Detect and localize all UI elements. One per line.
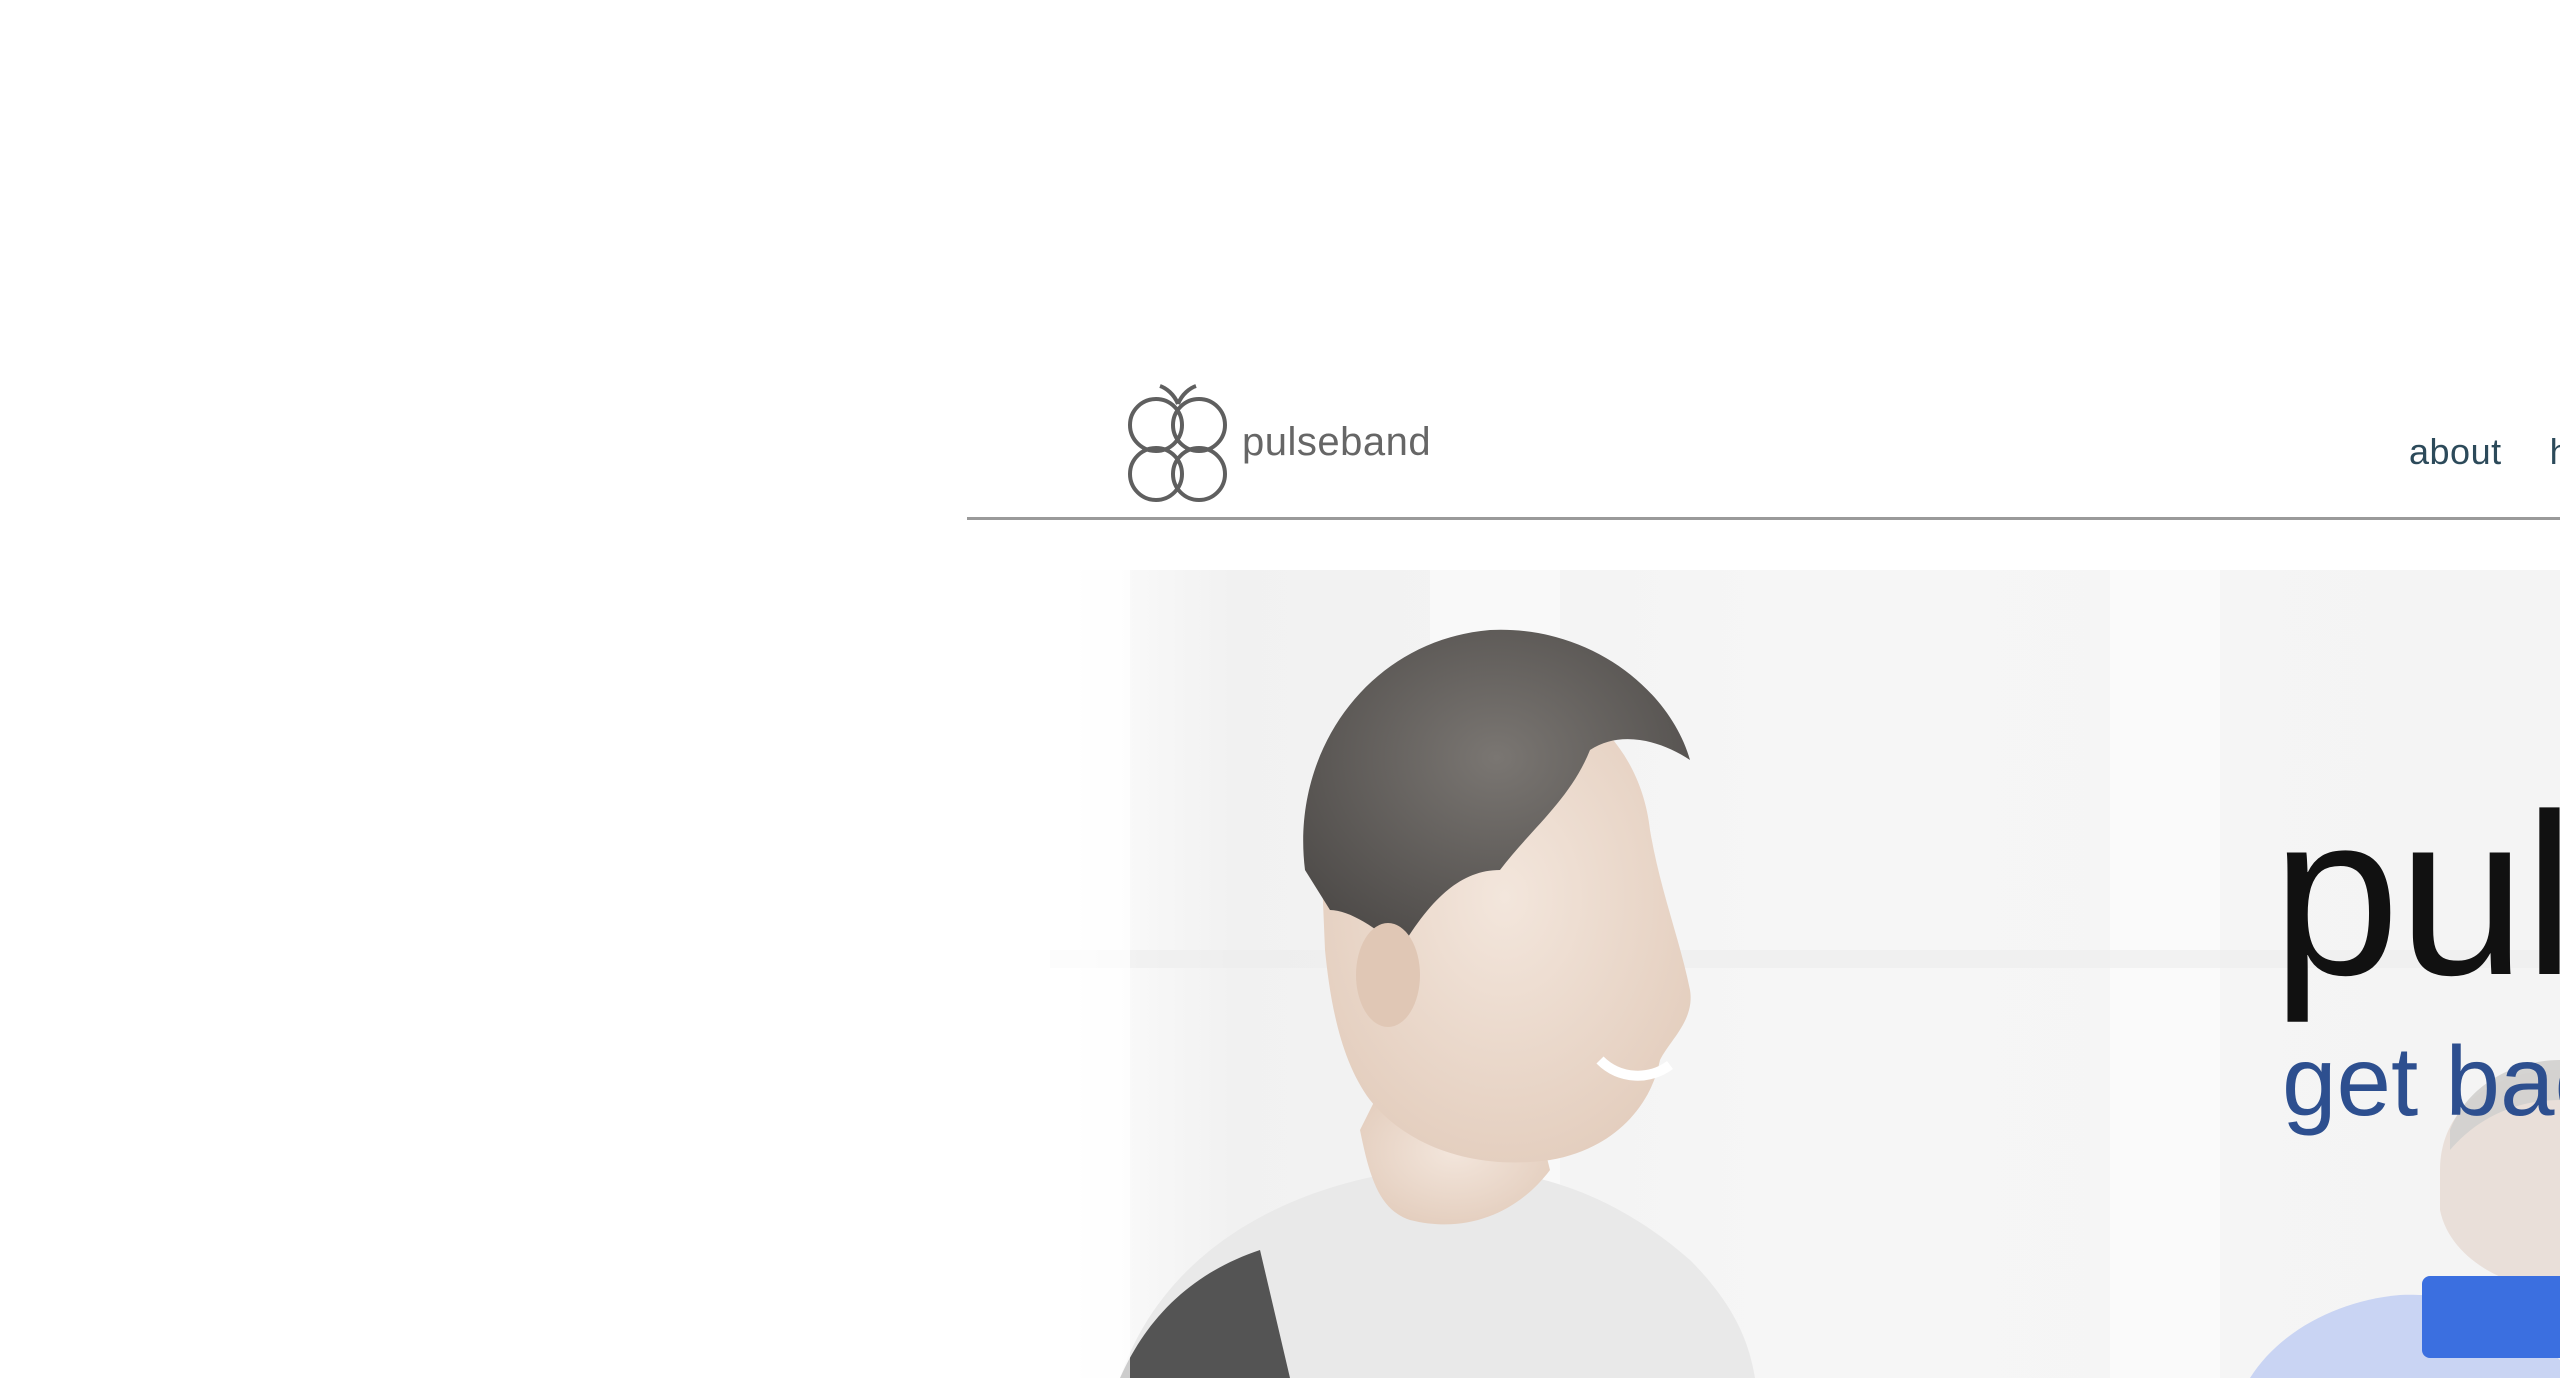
logo-link[interactable]: pulseband: [1126, 382, 1431, 508]
main-nav: about how it works: [2409, 431, 2560, 473]
hero-subtitle: get back on track: [2282, 1026, 2560, 1136]
hero-title: pulseband: [2272, 766, 2560, 1023]
hero-cta-button[interactable]: [2422, 1276, 2560, 1358]
nav-item-how-it-works[interactable]: how it works: [2550, 431, 2560, 473]
header-divider: [967, 517, 2560, 520]
logo-wordmark: pulseband: [1242, 419, 1432, 464]
hero-section: pulseband get back on track: [1050, 570, 2560, 1378]
four-loop-logo-icon: [1128, 384, 1227, 502]
site-header: pulseband about how it works: [967, 370, 2560, 520]
page: pulseband about how it works: [0, 0, 2560, 1378]
nav-item-about[interactable]: about: [2409, 431, 2502, 473]
